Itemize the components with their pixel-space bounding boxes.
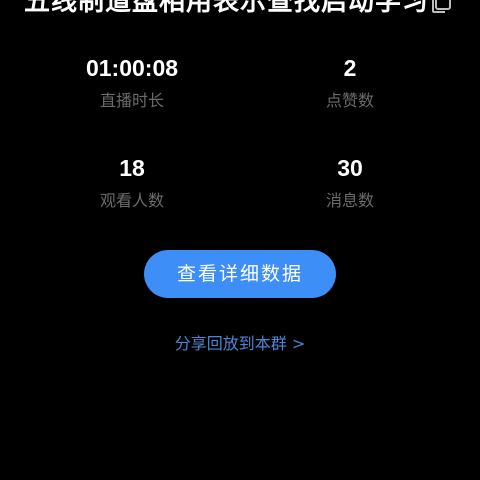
stat-label: 观看人数 — [99, 191, 164, 210]
stat-viewers: 18 观看人数 — [52, 152, 212, 212]
stat-likes: 2 点赞数 — [270, 52, 430, 112]
stat-label: 点赞数 — [325, 91, 374, 110]
view-details-button[interactable]: 查看详细数据 — [144, 250, 336, 298]
share-replay-link[interactable]: 分享回放到本群 > — [0, 332, 480, 356]
stat-messages: 30 消息数 — [270, 152, 430, 212]
copy-icon[interactable] — [430, 0, 452, 14]
stat-value: 18 — [119, 155, 145, 181]
page-title: 五线制道盘相用表示查找启动学习 — [24, 0, 430, 17]
stat-label: 消息数 — [325, 191, 374, 210]
stat-label: 直播时长 — [99, 91, 164, 110]
copy-icon-graphic — [432, 0, 451, 13]
stat-value: 30 — [337, 155, 363, 181]
stat-value: 2 — [343, 55, 357, 81]
stat-value: 01:00:08 — [85, 55, 179, 81]
stat-live-duration: 01:00:08 直播时长 — [52, 52, 212, 112]
header-bar: 五线制道盘相用表示查找启动学习 — [0, 0, 480, 18]
